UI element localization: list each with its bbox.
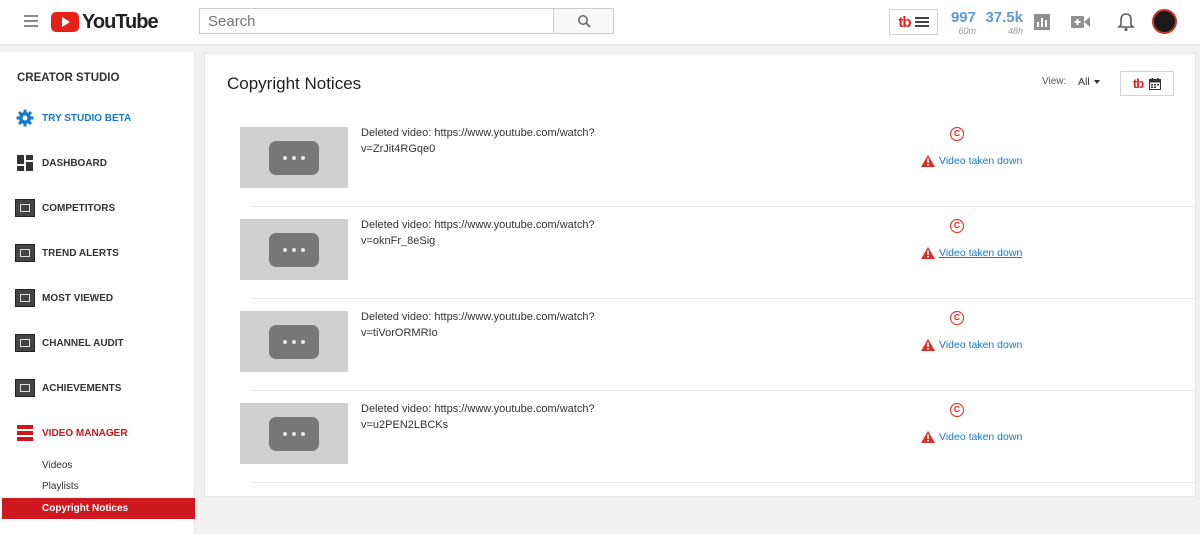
list-item: Deleted video: https://www.youtube.com/w… <box>240 299 1197 391</box>
tubebuddy-badge-icon <box>15 378 35 398</box>
view-filter-dropdown[interactable]: All <box>1078 76 1100 88</box>
sidebar-item-trend-alerts[interactable]: TREND ALERTS <box>15 243 190 263</box>
video-status-link[interactable]: Video taken down <box>921 247 1022 259</box>
search-button[interactable] <box>553 8 614 34</box>
search-input[interactable] <box>199 8 554 34</box>
play-logo-icon <box>51 12 79 32</box>
sidebar-subitem-videos[interactable]: Videos <box>42 460 72 471</box>
warning-icon <box>921 247 935 259</box>
chevron-down-icon <box>1093 80 1100 85</box>
menu-icon[interactable] <box>24 15 38 27</box>
gear-icon <box>15 108 35 128</box>
stat-period: 60m <box>958 26 976 36</box>
sidebar-item-channel-audit[interactable]: CHANNEL AUDIT <box>15 333 190 353</box>
warning-icon <box>921 339 935 351</box>
video-thumbnail[interactable] <box>240 127 348 188</box>
status-text: Video taken down <box>939 155 1023 167</box>
views-60m-stat[interactable]: 997 60m <box>946 9 976 37</box>
sidebar-item-try-studio-beta[interactable]: TRY STUDIO BETA <box>15 108 190 128</box>
dashboard-icon <box>15 153 35 173</box>
sidebar-item-label: MOST VIEWED <box>42 292 114 304</box>
top-bar: YouTube tb 997 60m 37.5k 48h <box>0 0 1200 45</box>
video-thumbnail[interactable] <box>240 403 348 464</box>
sidebar-item-label: DASHBOARD <box>42 157 107 169</box>
copyright-icon: C <box>950 403 964 417</box>
list-item: Deleted video: https://www.youtube.com/w… <box>240 207 1197 299</box>
copyright-icon: C <box>950 311 964 325</box>
sidebar-subitem-copyright-notices[interactable]: Copyright Notices <box>2 498 195 519</box>
youtube-logo[interactable]: YouTube <box>51 10 159 34</box>
more-dots-icon <box>269 324 319 359</box>
view-filter-value: All <box>1078 76 1090 88</box>
stat-period: 48h <box>1007 26 1023 36</box>
video-manager-icon <box>15 423 35 443</box>
copyright-icon: C <box>950 219 964 233</box>
sidebar-item-dashboard[interactable]: DASHBOARD <box>15 153 190 173</box>
tubebuddy-menu-icon <box>914 15 929 29</box>
avatar[interactable] <box>1152 9 1177 34</box>
list-item: Deleted video: https://www.youtube.com/w… <box>240 115 1197 207</box>
sidebar-item-video-manager[interactable]: VIDEO MANAGER <box>15 423 190 443</box>
tubebuddy-calendar-button[interactable]: tb <box>1120 71 1174 96</box>
sidebar-item-label: CHANNEL AUDIT <box>42 337 124 349</box>
main-panel: Copyright Notices View: All tb Deleted v… <box>204 53 1197 497</box>
stat-value: 997 <box>950 9 976 26</box>
search-icon <box>577 15 591 28</box>
more-dots-icon <box>269 232 319 267</box>
video-status-link[interactable]: Video taken down <box>921 431 1022 443</box>
tubebuddy-badge-icon <box>15 333 35 353</box>
sidebar: CREATOR STUDIO TRY STUDIO BETA DASHBOARD… <box>0 52 195 534</box>
sidebar-subitem-playlists[interactable]: Playlists <box>42 481 79 492</box>
tubebuddy-badge-icon <box>15 198 35 218</box>
tubebuddy-extension-button[interactable]: tb <box>889 9 938 35</box>
more-dots-icon <box>269 416 319 451</box>
video-status-link[interactable]: Video taken down <box>921 155 1022 167</box>
notifications-bell-icon[interactable] <box>1115 11 1137 33</box>
sidebar-item-label: ACHIEVEMENTS <box>42 382 122 394</box>
video-title[interactable]: Deleted video: https://www.youtube.com/w… <box>361 309 631 341</box>
sidebar-item-label: VIDEO MANAGER <box>42 427 128 439</box>
video-title[interactable]: Deleted video: https://www.youtube.com/w… <box>361 401 631 433</box>
sidebar-item-label: COMPETITORS <box>42 202 116 214</box>
sidebar-title: CREATOR STUDIO <box>17 72 120 84</box>
stat-value: 37.5k <box>985 9 1023 26</box>
tubebuddy-badge-icon <box>15 243 35 263</box>
list-item: Deleted video: https://www.youtube.com/w… <box>240 391 1197 483</box>
logo-text: YouTube <box>82 10 159 33</box>
sidebar-item-label: TREND ALERTS <box>42 247 119 259</box>
view-label: View: <box>1042 76 1067 87</box>
copyright-icon: C <box>950 127 964 141</box>
video-title[interactable]: Deleted video: https://www.youtube.com/w… <box>361 217 631 249</box>
video-thumbnail[interactable] <box>240 311 348 372</box>
sidebar-item-achievements[interactable]: ACHIEVEMENTS <box>15 378 190 398</box>
calendar-icon <box>1149 77 1162 90</box>
tubebuddy-logo: tb <box>898 13 911 31</box>
status-text: Video taken down <box>939 431 1023 443</box>
more-dots-icon <box>269 140 319 175</box>
sidebar-item-competitors[interactable]: COMPETITORS <box>15 198 190 218</box>
row-divider <box>252 482 1197 483</box>
views-48h-stat[interactable]: 37.5k 48h <box>983 9 1023 37</box>
page-title: Copyright Notices <box>227 74 362 93</box>
sidebar-item-most-viewed[interactable]: MOST VIEWED <box>15 288 190 308</box>
video-title[interactable]: Deleted video: https://www.youtube.com/w… <box>361 125 631 157</box>
tubebuddy-badge-icon <box>15 288 35 308</box>
status-text: Video taken down <box>939 339 1023 351</box>
sidebar-item-label: TRY STUDIO BETA <box>42 112 132 124</box>
tubebuddy-logo: tb <box>1132 76 1144 91</box>
warning-icon <box>921 155 935 167</box>
video-status-link[interactable]: Video taken down <box>921 339 1022 351</box>
video-thumbnail[interactable] <box>240 219 348 280</box>
status-text: Video taken down <box>939 247 1023 259</box>
analytics-icon[interactable] <box>1031 11 1053 33</box>
upload-video-icon[interactable] <box>1070 11 1092 33</box>
warning-icon <box>921 431 935 443</box>
